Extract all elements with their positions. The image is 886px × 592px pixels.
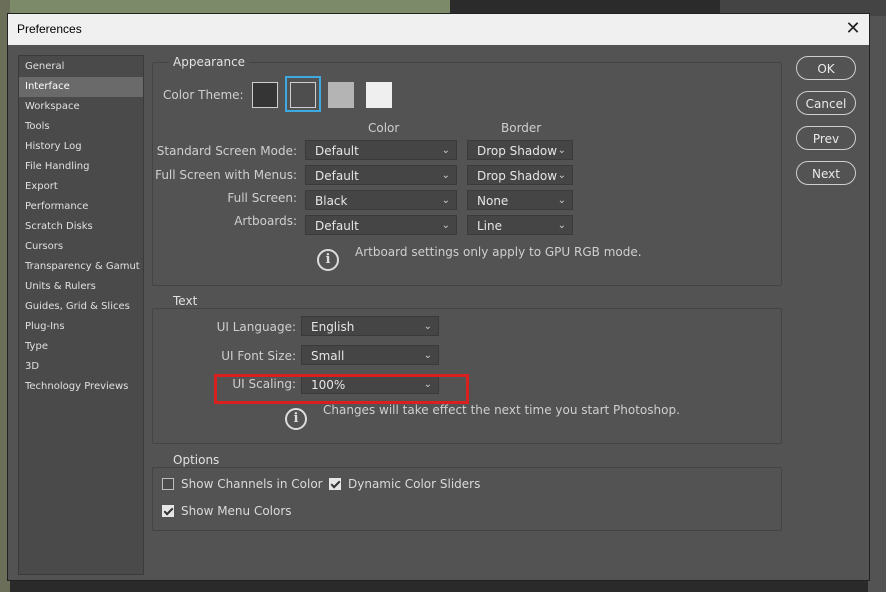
sidebar-item-general[interactable]: General <box>19 57 143 77</box>
info-icon: i <box>285 408 307 430</box>
chevron-down-icon: ⌄ <box>557 145 566 156</box>
sidebar-item-type[interactable]: Type <box>19 337 143 357</box>
ui-scaling-highlight-box <box>214 374 469 404</box>
artboards-label: Artboards: <box>234 214 297 228</box>
full-screen-menus-color-value: Default <box>315 169 359 183</box>
ui-font-size-select[interactable]: Small ⌄ <box>301 345 439 365</box>
artboards-border-value: Line <box>477 219 503 233</box>
chevron-down-icon: ⌄ <box>557 220 566 231</box>
standard-screen-color-select[interactable]: Default ⌄ <box>305 140 457 160</box>
standard-screen-border-value: Drop Shadow <box>477 144 558 158</box>
border-column-header: Border <box>501 121 542 135</box>
color-column-header: Color <box>368 121 400 135</box>
theme-swatch-medium[interactable] <box>328 82 354 108</box>
background-app-right-panel <box>868 16 886 592</box>
full-screen-border-value: None <box>477 194 509 208</box>
prev-button[interactable]: Prev <box>796 126 856 150</box>
show-menu-colors-checkbox[interactable] <box>162 505 174 517</box>
sidebar-item-technology-previews[interactable]: Technology Previews <box>19 377 143 397</box>
show-menu-colors-label: Show Menu Colors <box>181 504 292 518</box>
background-app-bottom <box>10 578 868 592</box>
chevron-down-icon: ⌄ <box>441 145 450 156</box>
chevron-down-icon: ⌄ <box>423 321 432 332</box>
sidebar-item-interface[interactable]: Interface <box>19 77 143 97</box>
ui-font-size-value: Small <box>311 349 345 363</box>
standard-screen-mode-label: Standard Screen Mode: <box>156 144 297 158</box>
sidebar-item-transparency-gamut[interactable]: Transparency & Gamut <box>19 257 143 277</box>
sidebar-item-workspace[interactable]: Workspace <box>19 97 143 117</box>
chevron-down-icon: ⌄ <box>423 350 432 361</box>
sidebar-item-export[interactable]: Export <box>19 177 143 197</box>
full-screen-menus-label: Full Screen with Menus: <box>155 168 297 182</box>
close-icon[interactable]: ✕ <box>843 19 863 39</box>
sidebar-item-plug-ins[interactable]: Plug-Ins <box>19 317 143 337</box>
preferences-sidebar: General Interface Workspace Tools Histor… <box>18 55 144 575</box>
chevron-down-icon: ⌄ <box>557 170 566 181</box>
cancel-button[interactable]: Cancel <box>796 91 856 115</box>
sidebar-item-tools[interactable]: Tools <box>19 117 143 137</box>
ui-scaling-note: Changes will take effect the next time y… <box>323 403 680 417</box>
artboards-color-select[interactable]: Default ⌄ <box>305 215 457 235</box>
full-screen-label: Full Screen: <box>227 191 297 205</box>
show-channels-in-color-checkbox[interactable] <box>162 478 174 490</box>
dynamic-color-sliders-checkbox[interactable] <box>329 478 341 490</box>
full-screen-menus-border-value: Drop Shadow <box>477 169 558 183</box>
full-screen-color-select[interactable]: Black ⌄ <box>305 190 457 210</box>
sidebar-item-file-handling[interactable]: File Handling <box>19 157 143 177</box>
dynamic-color-sliders-label: Dynamic Color Sliders <box>348 477 481 491</box>
next-button[interactable]: Next <box>796 161 856 185</box>
show-channels-in-color-label: Show Channels in Color <box>181 477 323 491</box>
full-screen-border-select[interactable]: None ⌄ <box>467 190 573 210</box>
options-group-title: Options <box>169 453 224 467</box>
standard-screen-border-select[interactable]: Drop Shadow ⌄ <box>467 140 573 160</box>
ui-language-select[interactable]: English ⌄ <box>301 316 439 336</box>
ok-button[interactable]: OK <box>796 56 856 80</box>
full-screen-menus-color-select[interactable]: Default ⌄ <box>305 165 457 185</box>
chevron-down-icon: ⌄ <box>441 195 450 206</box>
theme-swatch-dark[interactable] <box>290 82 316 108</box>
full-screen-color-value: Black <box>315 194 348 208</box>
artboards-border-select[interactable]: Line ⌄ <box>467 215 573 235</box>
standard-screen-color-value: Default <box>315 144 359 158</box>
chevron-down-icon: ⌄ <box>441 220 450 231</box>
dialog-titlebar: Preferences ✕ <box>8 14 869 45</box>
appearance-group-title: Appearance <box>169 55 250 69</box>
full-screen-menus-border-select[interactable]: Drop Shadow ⌄ <box>467 165 573 185</box>
sidebar-item-performance[interactable]: Performance <box>19 197 143 217</box>
text-group-title: Text <box>169 294 202 308</box>
theme-swatch-light[interactable] <box>366 82 392 108</box>
color-theme-label: Color Theme: <box>163 88 244 102</box>
ui-font-size-label: UI Font Size: <box>221 349 296 363</box>
info-icon: i <box>317 249 339 271</box>
sidebar-item-guides-grid-slices[interactable]: Guides, Grid & Slices <box>19 297 143 317</box>
ui-language-label: UI Language: <box>216 320 296 334</box>
sidebar-item-cursors[interactable]: Cursors <box>19 237 143 257</box>
sidebar-item-scratch-disks[interactable]: Scratch Disks <box>19 217 143 237</box>
theme-swatch-darkest[interactable] <box>252 82 278 108</box>
preferences-dialog: Preferences ✕ General Interface Workspac… <box>8 14 869 580</box>
sidebar-item-units-rulers[interactable]: Units & Rulers <box>19 277 143 297</box>
sidebar-item-history-log[interactable]: History Log <box>19 137 143 157</box>
artboards-color-value: Default <box>315 219 359 233</box>
chevron-down-icon: ⌄ <box>557 195 566 206</box>
dialog-title: Preferences <box>17 22 82 36</box>
artboard-note: Artboard settings only apply to GPU RGB … <box>355 245 642 259</box>
chevron-down-icon: ⌄ <box>441 170 450 181</box>
sidebar-item-3d[interactable]: 3D <box>19 357 143 377</box>
ui-language-value: English <box>311 320 355 334</box>
